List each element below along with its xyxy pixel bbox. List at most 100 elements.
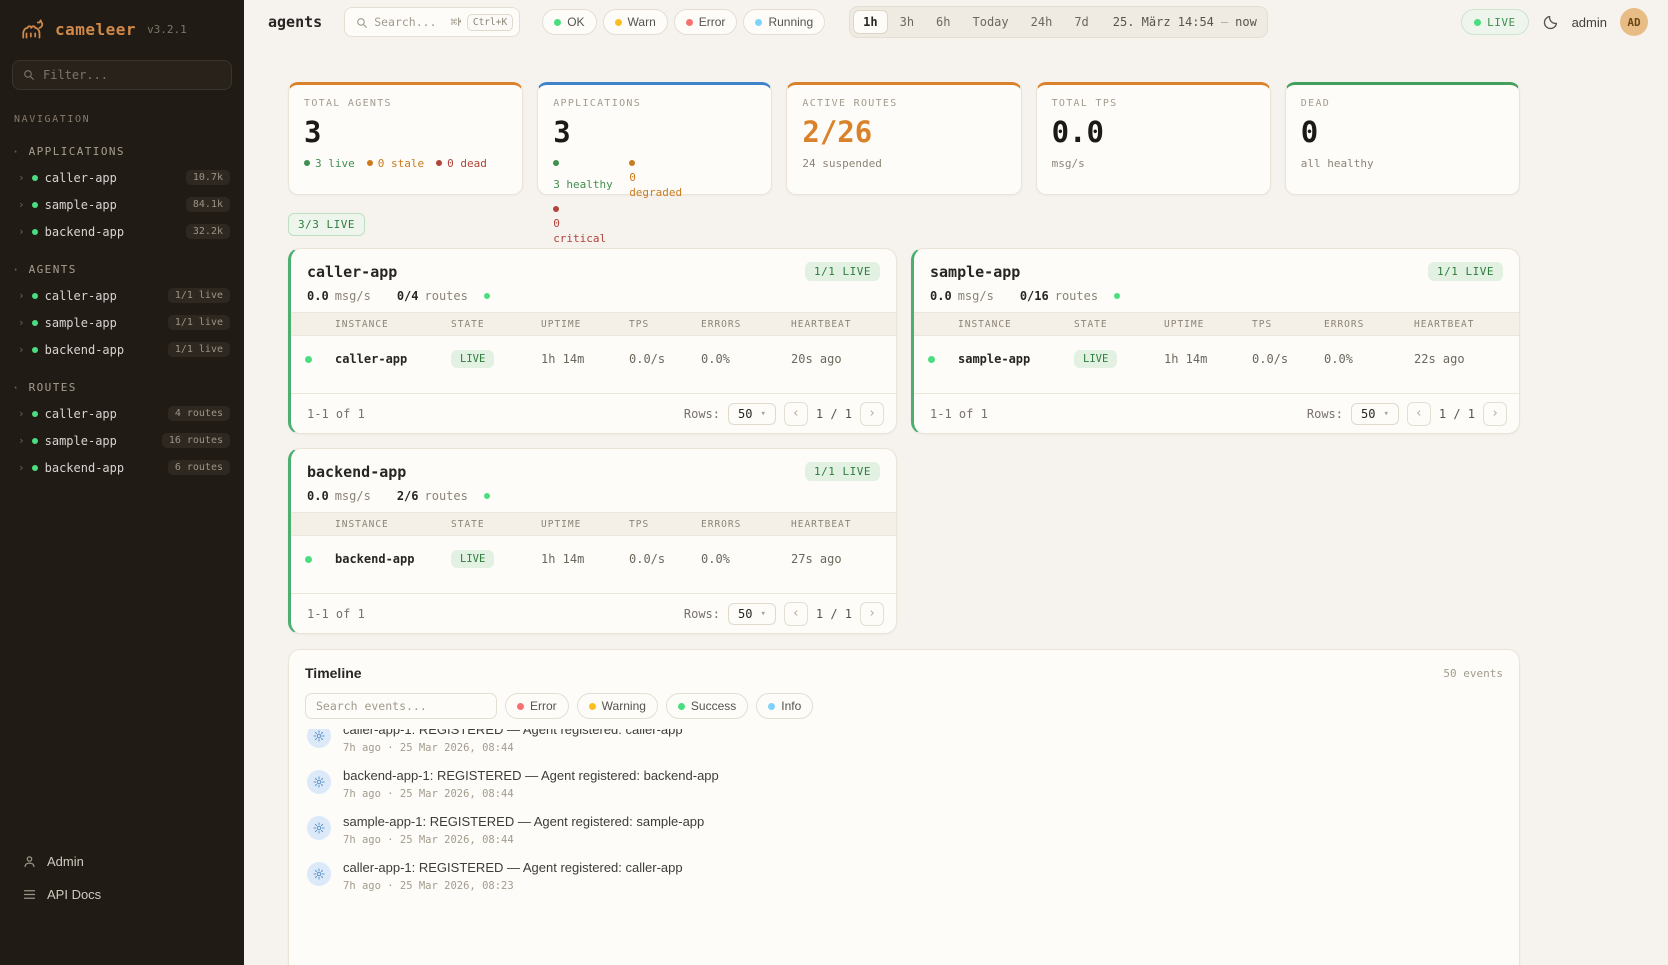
filter-chip-error[interactable]: Error — [674, 9, 738, 35]
timeline-chip-warning[interactable]: Warning — [577, 693, 658, 719]
sidebar-item-label: backend-app — [45, 461, 124, 475]
sidebar-item-routes-sample-app[interactable]: › sample-app 16 routes — [0, 427, 244, 454]
chevron-right-icon: › — [18, 434, 25, 447]
instance-uptime: 1h 14m — [541, 352, 629, 366]
filter-chip-running[interactable]: Running — [743, 9, 825, 35]
sidebar-item-applications-backend-app[interactable]: › backend-app 32.2k — [0, 218, 244, 245]
next-page-button[interactable]: › — [860, 602, 884, 626]
prev-page-button[interactable]: ‹ — [784, 402, 808, 426]
stat-title: DEAD — [1301, 98, 1504, 109]
chevron-down-icon: ▾ — [1383, 409, 1388, 419]
sidebar-item-applications-sample-app[interactable]: › sample-app 84.1k — [0, 191, 244, 218]
app-stats-line: 0.0 msg/s 0/16 routes — [914, 289, 1519, 312]
app-name: cameleer — [55, 20, 136, 39]
global-search-input[interactable] — [374, 15, 461, 29]
stat-subtext: 24 suspended — [802, 157, 1005, 170]
sidebar-item-agents-sample-app[interactable]: › sample-app 1/1 live — [0, 309, 244, 336]
sidebar-item-agents-caller-app[interactable]: › caller-app 1/1 live — [0, 282, 244, 309]
navigation-label: NAVIGATION — [0, 106, 244, 127]
rows-per-page-select[interactable]: 50 ▾ — [728, 603, 776, 625]
range-button-1h[interactable]: 1h — [853, 10, 887, 34]
timeline-chip-info[interactable]: Info — [756, 693, 813, 719]
sidebar-filter — [12, 60, 232, 90]
app-card-header: caller-app 1/1 LIVE — [291, 249, 896, 289]
timeline-title: Timeline — [305, 665, 362, 681]
status-dot — [32, 465, 38, 471]
instance-row-backend-app[interactable]: backend-app LIVE 1h 14m 0.0/s 0.0% 27s a… — [291, 536, 896, 582]
sidebar-section-agents: · AGENTS › caller-app 1/1 live › sample-… — [0, 259, 244, 363]
app-name: backend-app — [307, 463, 406, 481]
rows-per-page-value: 50 — [738, 407, 752, 421]
app-version: v3.2.1 — [147, 23, 187, 36]
stat-detail: 3 healthy — [553, 157, 617, 201]
live-label: LIVE — [1487, 16, 1516, 29]
sidebar-item-applications-caller-app[interactable]: › caller-app 10.7k — [0, 164, 244, 191]
stat-subtext: all healthy — [1301, 157, 1504, 170]
rows-per-page-select[interactable]: 50 ▾ — [728, 403, 776, 425]
app-stats-line: 0.0 msg/s 0/4 routes — [291, 289, 896, 312]
instance-status-dot — [928, 356, 935, 363]
status-dot — [32, 347, 38, 353]
timeline-chip-error[interactable]: Error — [505, 693, 569, 719]
api-docs-link[interactable]: API Docs — [14, 880, 230, 909]
sidebar-item-badge: 1/1 live — [168, 315, 230, 330]
timeline-event[interactable]: backend-app-1: REGISTERED — Agent regist… — [305, 761, 1503, 807]
api-docs-label: API Docs — [47, 887, 101, 902]
app-routes-value: 0/4 — [397, 289, 419, 303]
col-tps: TPS — [1252, 319, 1324, 330]
timeline-search-input[interactable] — [305, 693, 497, 719]
sidebar-item-routes-caller-app[interactable]: › caller-app 4 routes — [0, 400, 244, 427]
filter-chip-warn[interactable]: Warn — [603, 9, 668, 35]
filter-chip-ok[interactable]: OK — [542, 9, 596, 35]
avatar[interactable]: AD — [1620, 8, 1648, 36]
sidebar-item-label: caller-app — [45, 407, 117, 421]
row-range-label: 1-1 of 1 — [307, 407, 365, 421]
timeline-chip-success[interactable]: Success — [666, 693, 748, 719]
range-button-7d[interactable]: 7d — [1064, 10, 1098, 34]
instance-row-caller-app[interactable]: caller-app LIVE 1h 14m 0.0/s 0.0% 20s ag… — [291, 336, 896, 382]
prev-page-button[interactable]: ‹ — [1407, 402, 1431, 426]
range-button-3h[interactable]: 3h — [890, 10, 924, 34]
range-button-24h[interactable]: 24h — [1021, 10, 1063, 34]
range-button-6h[interactable]: 6h — [926, 10, 960, 34]
state-badge: LIVE — [451, 550, 494, 568]
col-errors: ERRORS — [701, 319, 791, 330]
sidebar-item-agents-backend-app[interactable]: › backend-app 1/1 live — [0, 336, 244, 363]
stat-subtext: msg/s — [1052, 157, 1255, 170]
next-page-button[interactable]: › — [860, 402, 884, 426]
stat-details: 3 healthy 0 degraded 0 critical — [553, 157, 756, 246]
info-dot — [768, 703, 775, 710]
chevron-right-icon: › — [18, 407, 25, 420]
instance-status-dot — [305, 356, 312, 363]
event-title: caller-app-1: REGISTERED — Agent registe… — [343, 860, 683, 875]
next-page-button[interactable]: › — [1483, 402, 1507, 426]
sidebar-item-routes-backend-app[interactable]: › backend-app 6 routes — [0, 454, 244, 481]
instance-row-sample-app[interactable]: sample-app LIVE 1h 14m 0.0/s 0.0% 22s ag… — [914, 336, 1519, 382]
section-header-applications[interactable]: · APPLICATIONS — [0, 141, 244, 164]
rows-per-page-label: Rows: — [684, 407, 720, 421]
timeline-event[interactable]: caller-app-1: REGISTERED — Agent registe… — [305, 853, 1503, 899]
live-toggle[interactable]: LIVE — [1461, 9, 1529, 35]
section-header-agents[interactable]: · AGENTS — [0, 259, 244, 282]
sidebar-item-label: backend-app — [45, 343, 124, 357]
event-time: 7h ago · 25 Mar 2026, 08:44 — [343, 742, 683, 754]
app-routes-value: 2/6 — [397, 489, 419, 503]
col-heartbeat: HEARTBEAT — [791, 319, 896, 330]
chip-label: Warn — [628, 15, 656, 29]
sidebar-filter-input[interactable] — [12, 60, 232, 90]
app-card-backend-app: backend-app 1/1 LIVE 0.0 msg/s 2/6 route… — [288, 448, 897, 634]
rows-per-page-select[interactable]: 50 ▾ — [1351, 403, 1399, 425]
timeline-event[interactable]: caller-app-1: REGISTERED — Agent registe… — [305, 729, 1503, 761]
range-button-today[interactable]: Today — [963, 10, 1019, 34]
timeline-event[interactable]: sample-app-1: REGISTERED — Agent registe… — [305, 807, 1503, 853]
section-header-routes[interactable]: · ROUTES — [0, 377, 244, 400]
prev-page-button[interactable]: ‹ — [784, 602, 808, 626]
stat-title: TOTAL TPS — [1052, 98, 1255, 109]
chip-label: Running — [768, 15, 813, 29]
instance-table-header: INSTANCE STATE UPTIME TPS ERRORS HEARTBE… — [914, 312, 1519, 336]
theme-toggle-button[interactable] — [1542, 14, 1559, 31]
menu-icon — [22, 887, 37, 902]
detail-text: 0 stale — [378, 157, 424, 172]
admin-link[interactable]: Admin — [14, 847, 230, 876]
stat-detail: 3 live — [304, 157, 355, 172]
